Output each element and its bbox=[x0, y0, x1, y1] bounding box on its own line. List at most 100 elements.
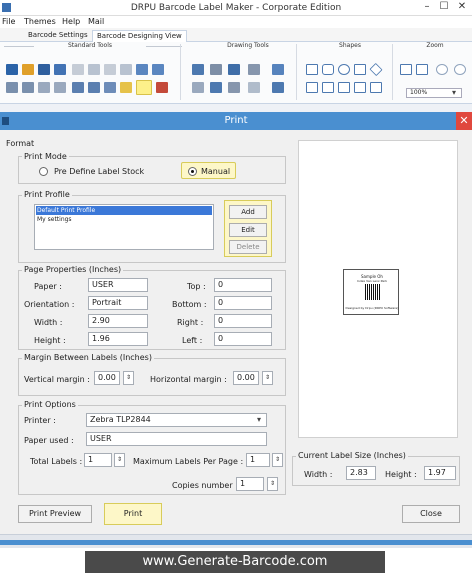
arrow-shape-icon[interactable] bbox=[370, 82, 382, 93]
print-icon[interactable] bbox=[136, 80, 152, 95]
close-button[interactable]: Close bbox=[402, 505, 460, 523]
star-shape-icon[interactable] bbox=[306, 82, 318, 93]
vertical-margin-spinner[interactable]: ⇕ bbox=[123, 371, 134, 385]
table-icon[interactable] bbox=[88, 82, 100, 93]
max-per-page-spinner[interactable]: ⇕ bbox=[272, 453, 283, 467]
status-accent-bar bbox=[0, 540, 472, 545]
align-left-icon[interactable] bbox=[6, 82, 18, 93]
mail-icon[interactable] bbox=[120, 82, 132, 93]
new-icon[interactable] bbox=[6, 64, 18, 75]
align-center-icon[interactable] bbox=[22, 82, 34, 93]
predefine-radio-label[interactable]: Pre Define Label Stock bbox=[54, 167, 144, 176]
picture-tool-icon[interactable] bbox=[248, 64, 260, 75]
redo-icon[interactable] bbox=[152, 64, 164, 75]
ribbon-tabs: Barcode Settings Barcode Designing View bbox=[0, 28, 472, 42]
cross-shape-icon[interactable] bbox=[354, 82, 366, 93]
window-close-button[interactable]: ✕ bbox=[455, 1, 469, 12]
top-field[interactable]: 0 bbox=[214, 278, 272, 292]
signature-tool-icon[interactable] bbox=[210, 82, 222, 93]
max-per-page-field[interactable]: 1 bbox=[246, 453, 270, 467]
orientation-field[interactable]: Portrait bbox=[88, 296, 148, 310]
library-tool-icon[interactable] bbox=[272, 64, 284, 75]
right-field[interactable]: 0 bbox=[214, 314, 272, 328]
profile-list[interactable]: Default Print Profile My settings bbox=[34, 204, 214, 250]
print-preview-button[interactable]: Print Preview bbox=[18, 505, 92, 523]
menu-mail[interactable]: Mail bbox=[88, 17, 104, 26]
undo-icon[interactable] bbox=[136, 64, 148, 75]
line-tool-icon[interactable] bbox=[210, 64, 222, 75]
diamond-shape-icon[interactable] bbox=[369, 62, 383, 77]
manual-radio[interactable] bbox=[188, 167, 197, 176]
zoom-select[interactable]: 100% bbox=[406, 88, 462, 98]
format-label: Format bbox=[6, 139, 35, 148]
minimize-button[interactable]: – bbox=[420, 1, 434, 12]
actual-size-icon[interactable] bbox=[400, 64, 412, 75]
bottom-field[interactable]: 0 bbox=[214, 296, 272, 310]
add-profile-button[interactable]: Add bbox=[229, 205, 267, 219]
open-icon[interactable] bbox=[22, 64, 34, 75]
unlock-icon[interactable] bbox=[54, 82, 66, 93]
width-field[interactable]: 2.90 bbox=[88, 314, 148, 328]
group-zoom: Zoom bbox=[426, 42, 444, 49]
copies-spinner[interactable]: ⇕ bbox=[267, 477, 278, 491]
height-field[interactable]: 1.96 bbox=[88, 332, 148, 346]
burst-shape-icon[interactable] bbox=[338, 82, 350, 93]
line-shape-icon[interactable] bbox=[322, 82, 334, 93]
save-icon[interactable] bbox=[38, 64, 50, 75]
delete-icon[interactable] bbox=[120, 64, 132, 75]
paste-icon[interactable] bbox=[104, 64, 116, 75]
lock-icon[interactable] bbox=[38, 82, 50, 93]
shape-tool-icon[interactable] bbox=[248, 82, 260, 93]
print-profile-label: Print Profile bbox=[22, 190, 72, 199]
grid-icon[interactable] bbox=[72, 82, 84, 93]
fit-page-icon[interactable] bbox=[416, 64, 428, 75]
group-divider bbox=[296, 44, 297, 100]
exit-icon[interactable] bbox=[156, 82, 168, 93]
paper-used-field[interactable]: USER bbox=[86, 432, 267, 446]
menu-themes[interactable]: Themes bbox=[24, 17, 56, 26]
tab-barcode-settings[interactable]: Barcode Settings bbox=[24, 30, 92, 42]
zoom-out-icon[interactable] bbox=[454, 64, 466, 75]
edit-profile-button[interactable]: Edit bbox=[229, 223, 267, 237]
print-button[interactable]: Print bbox=[104, 503, 162, 525]
barcode-tool-icon[interactable] bbox=[228, 64, 240, 75]
save-as-icon[interactable] bbox=[54, 64, 66, 75]
predefine-radio[interactable] bbox=[39, 167, 48, 176]
vertical-margin-field[interactable]: 0.00 bbox=[94, 371, 120, 385]
zoom-in-icon[interactable] bbox=[436, 64, 448, 75]
left-field[interactable]: 0 bbox=[214, 332, 272, 346]
vertical-margin-label: Vertical margin : bbox=[24, 375, 90, 384]
rectangle-shape-icon[interactable] bbox=[306, 64, 318, 75]
copies-field[interactable]: 1 bbox=[236, 477, 264, 491]
maximize-button[interactable]: ☐ bbox=[437, 1, 451, 12]
image-icon[interactable] bbox=[104, 82, 116, 93]
total-labels-spinner[interactable]: ⇕ bbox=[114, 453, 125, 467]
horizontal-margin-label: Horizontal margin : bbox=[150, 375, 227, 384]
total-labels-field[interactable]: 1 bbox=[84, 453, 112, 467]
menu-file[interactable]: File bbox=[2, 17, 15, 26]
copy-icon[interactable] bbox=[88, 64, 100, 75]
group-divider bbox=[180, 44, 181, 100]
triangle-shape-icon[interactable] bbox=[354, 64, 366, 75]
watermark-tool-icon[interactable] bbox=[228, 82, 240, 93]
watermark-banner: www.Generate-Barcode.com bbox=[85, 551, 385, 573]
text-tool-icon[interactable] bbox=[192, 64, 204, 75]
width-label: Width : bbox=[34, 318, 63, 327]
ellipse-shape-icon[interactable] bbox=[338, 64, 350, 75]
color-tool-icon[interactable] bbox=[272, 82, 284, 93]
menu-help[interactable]: Help bbox=[62, 17, 80, 26]
rounded-rect-shape-icon[interactable] bbox=[322, 64, 334, 75]
workspace-strip bbox=[0, 104, 472, 112]
arc-tool-icon[interactable] bbox=[192, 82, 204, 93]
horizontal-margin-field[interactable]: 0.00 bbox=[233, 371, 259, 385]
printer-select[interactable]: Zebra TLP2844 bbox=[86, 413, 267, 427]
dialog-close-icon[interactable]: ✕ bbox=[456, 112, 472, 130]
horizontal-margin-spinner[interactable]: ⇕ bbox=[262, 371, 273, 385]
delete-profile-button[interactable]: Delete bbox=[229, 240, 267, 254]
manual-radio-label[interactable]: Manual bbox=[201, 167, 230, 176]
profile-item-default[interactable]: Default Print Profile bbox=[36, 206, 212, 215]
tab-barcode-designing-view[interactable]: Barcode Designing View bbox=[92, 30, 187, 42]
profile-item-my-settings[interactable]: My settings bbox=[36, 215, 212, 224]
cut-icon[interactable] bbox=[72, 64, 84, 75]
paper-field[interactable]: USER bbox=[88, 278, 148, 292]
